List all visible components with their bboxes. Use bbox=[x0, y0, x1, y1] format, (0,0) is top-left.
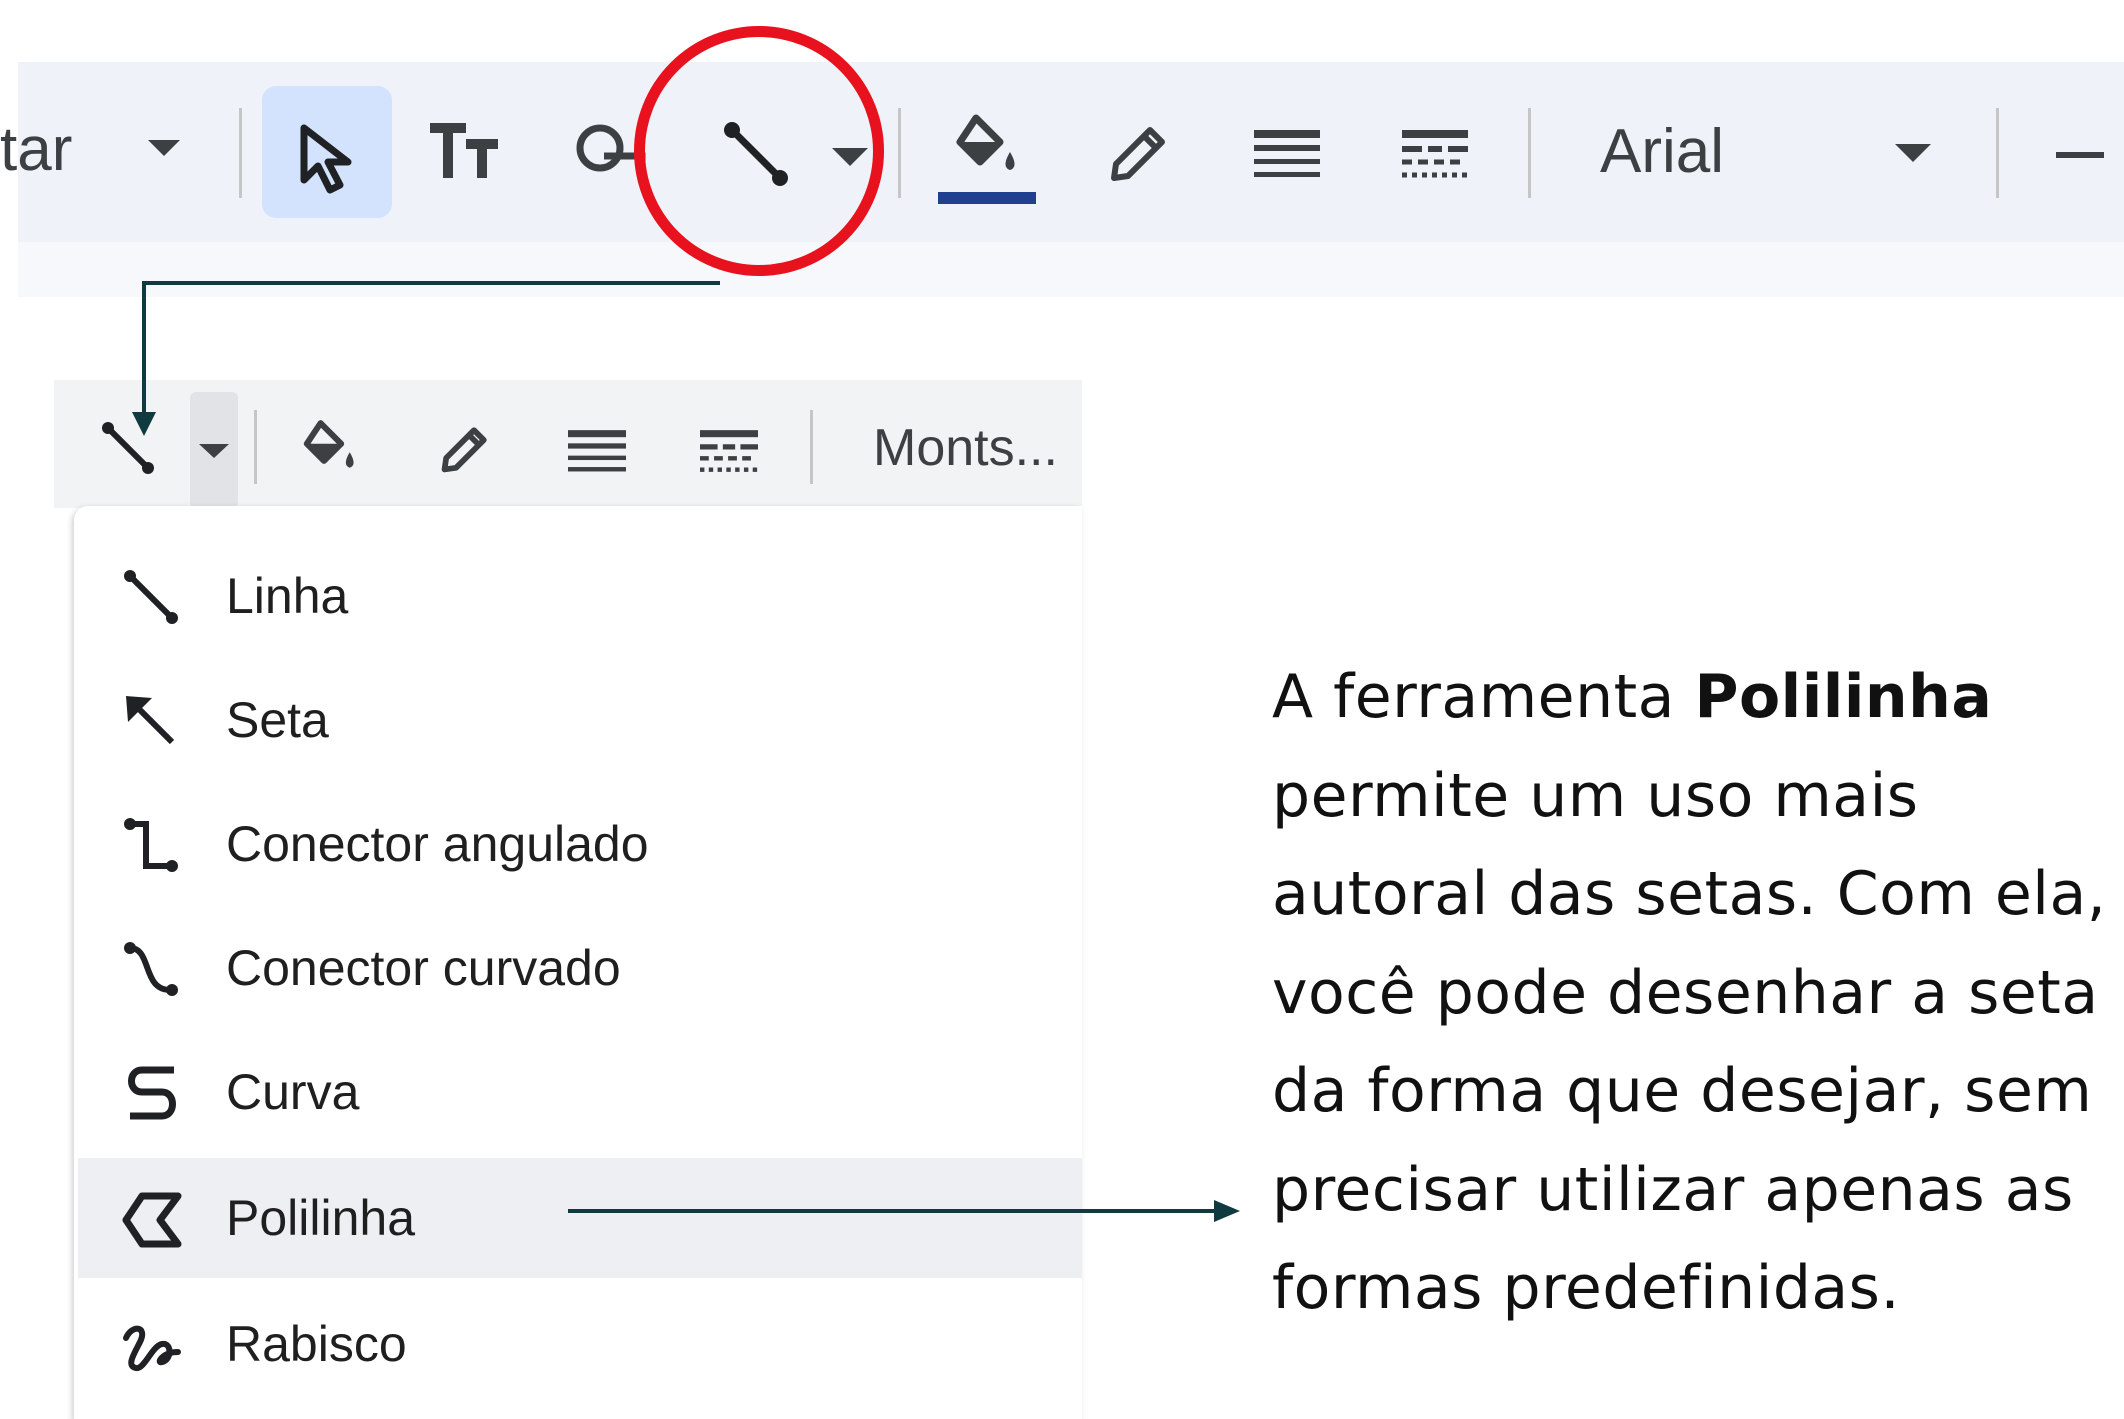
border-dash-icon[interactable] bbox=[1402, 128, 1468, 184]
line-tool-icon[interactable] bbox=[100, 420, 156, 476]
highlight-circle bbox=[634, 26, 884, 276]
polyline-icon bbox=[122, 1192, 182, 1248]
text-box-icon[interactable] bbox=[426, 120, 502, 182]
menu-item-conector-angulado[interactable]: Conector angulado bbox=[78, 784, 1082, 904]
border-color-icon[interactable] bbox=[438, 422, 492, 476]
curved-connector-icon bbox=[124, 942, 178, 996]
arrow-icon bbox=[126, 696, 175, 745]
scribble-icon bbox=[123, 1325, 181, 1371]
fill-color-bar bbox=[938, 192, 1036, 204]
toolbar-divider bbox=[898, 108, 901, 198]
menu-item-linha[interactable]: Linha bbox=[78, 536, 1082, 656]
menu-item-polilinha[interactable]: Polilinha bbox=[78, 1158, 1082, 1278]
fill-color-icon[interactable] bbox=[952, 112, 1022, 182]
toolbar-divider bbox=[810, 410, 813, 484]
font-dropdown-icon[interactable] bbox=[1895, 144, 1931, 162]
menu-item-label: Rabisco bbox=[226, 1316, 407, 1372]
menu-item-label: Polilinha bbox=[226, 1190, 416, 1246]
pointer-arrowhead bbox=[1214, 1200, 1240, 1222]
note-rest: permite um uso mais autoral das setas. C… bbox=[1272, 760, 2107, 1324]
dropdown-caret-icon[interactable] bbox=[148, 140, 180, 156]
line-dropdown-icon[interactable] bbox=[199, 442, 229, 460]
minus-icon[interactable] bbox=[2056, 152, 2104, 158]
font-family-select[interactable]: Arial bbox=[1600, 116, 1724, 187]
border-dash-icon[interactable] bbox=[700, 428, 758, 478]
border-color-icon[interactable] bbox=[1106, 120, 1172, 186]
toolbar-divider bbox=[254, 410, 257, 484]
font-family-select[interactable]: Monts... bbox=[873, 418, 1058, 478]
border-weight-icon[interactable] bbox=[1254, 128, 1320, 184]
note-bold: Polilinha bbox=[1694, 662, 1993, 732]
toolbar-divider bbox=[239, 108, 242, 198]
menu-item-label: Seta bbox=[226, 692, 329, 748]
menu-item-curva[interactable]: Curva bbox=[78, 1032, 1082, 1152]
border-weight-icon[interactable] bbox=[568, 428, 626, 478]
toolbar-divider bbox=[1996, 108, 1999, 198]
select-arrow-icon[interactable] bbox=[298, 124, 358, 194]
line-icon bbox=[124, 570, 178, 624]
menu-item-label: Conector angulado bbox=[226, 816, 649, 872]
menu-item-rabisco[interactable]: Rabisco bbox=[78, 1284, 1082, 1404]
toolbar-partial-label[interactable]: tar bbox=[0, 114, 72, 185]
elbow-connector-icon bbox=[124, 818, 178, 872]
menu-item-conector-curvado[interactable]: Conector curvado bbox=[78, 908, 1082, 1028]
menu-item-label: Curva bbox=[226, 1064, 360, 1120]
note-prefix: A ferramenta bbox=[1272, 662, 1695, 732]
toolbar-divider bbox=[1528, 108, 1531, 198]
menu-item-seta[interactable]: Seta bbox=[78, 660, 1082, 780]
explanation-text: A ferramenta Polilinha permite um uso ma… bbox=[1272, 648, 2112, 1338]
fill-color-icon[interactable] bbox=[300, 418, 360, 478]
menu-item-label: Linha bbox=[226, 568, 349, 624]
curve-icon bbox=[128, 1066, 176, 1120]
menu-item-label: Conector curvado bbox=[226, 940, 621, 996]
